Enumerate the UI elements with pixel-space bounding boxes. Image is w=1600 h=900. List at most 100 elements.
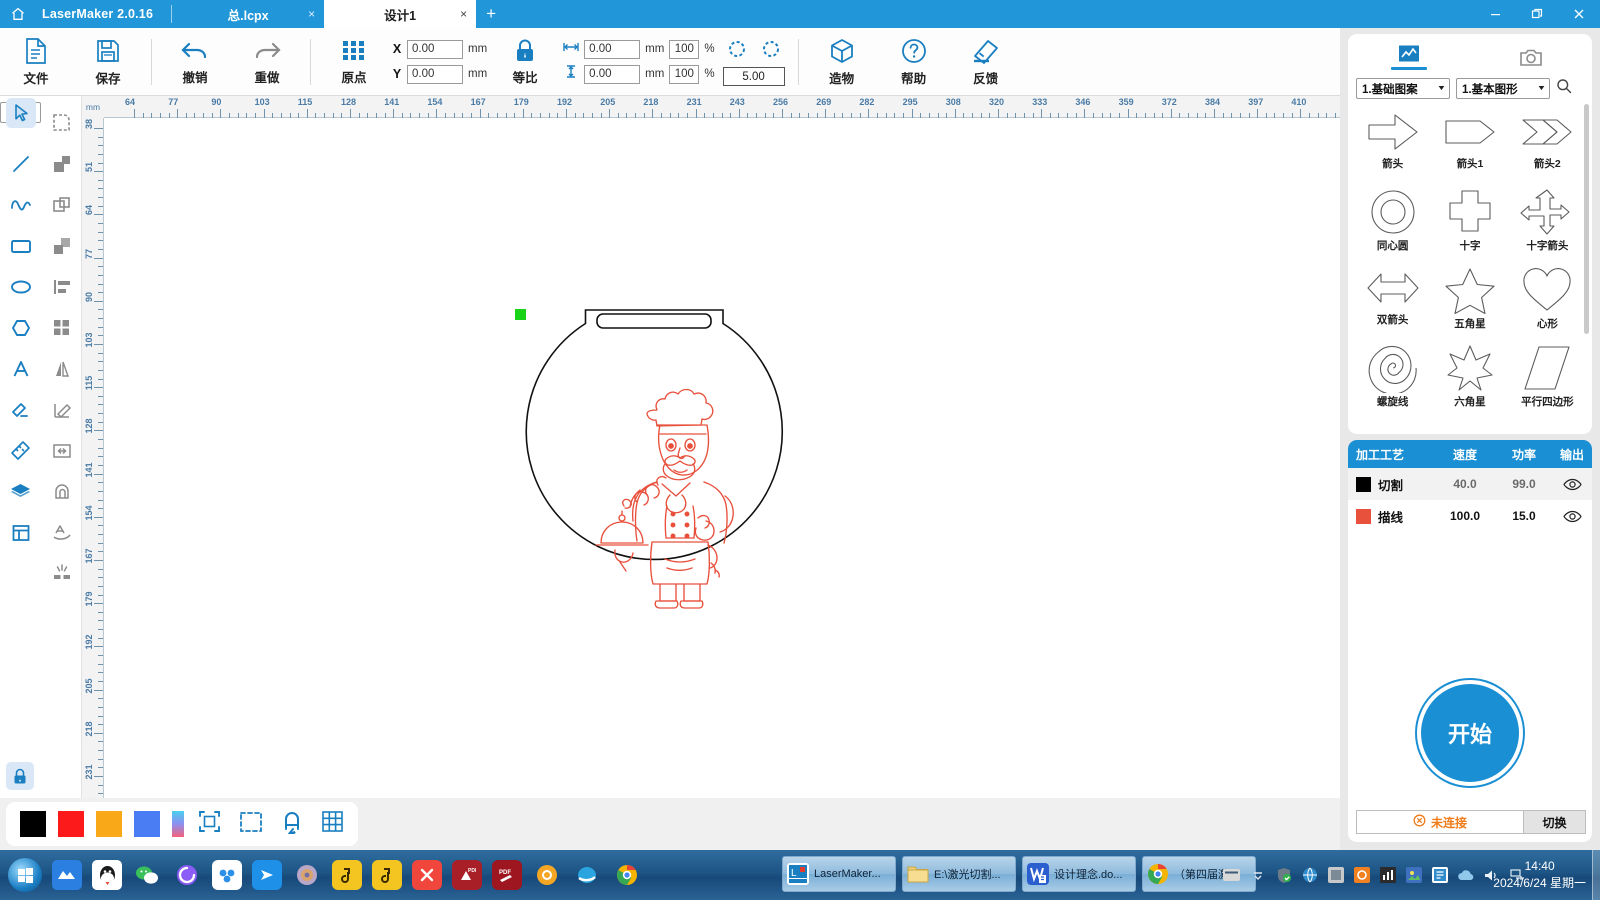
feedback-button[interactable]: 反馈 <box>950 30 1022 94</box>
layer-color-chip[interactable] <box>1356 477 1371 492</box>
table-row[interactable]: 描线 100.0 15.0 <box>1348 500 1592 532</box>
pdf-64-icon[interactable] <box>332 860 362 890</box>
new-tab-button[interactable]: + <box>476 0 506 28</box>
height-percent-input[interactable]: 100 <box>669 65 699 84</box>
color-swatch-orange[interactable] <box>96 811 122 837</box>
shield-icon[interactable] <box>1275 867 1292 884</box>
send-icon[interactable] <box>252 860 282 890</box>
sidebar-item-node-edit-tool[interactable] <box>41 102 82 143</box>
rotate-angle-input[interactable]: 5.00 <box>723 67 785 86</box>
windows-start-icon[interactable] <box>8 858 42 892</box>
sidebar-item-curve-tool[interactable] <box>0 184 41 225</box>
sidebar-item-polygon-tool[interactable] <box>0 307 41 348</box>
make-button[interactable]: 造物 <box>806 30 878 94</box>
output-toggle[interactable] <box>1552 510 1592 523</box>
shape-item-arrow[interactable]: 箭头 <box>1354 109 1431 187</box>
sidebar-item-mirror-tool[interactable] <box>41 348 82 389</box>
origin-button[interactable]: 原点 <box>318 30 390 94</box>
globe-icon[interactable] <box>1301 867 1318 884</box>
design-sheet[interactable] <box>104 118 1340 798</box>
orange-icon[interactable] <box>532 860 562 890</box>
sidebar-item-line-tool[interactable] <box>0 143 41 184</box>
xmind-icon[interactable] <box>412 860 442 890</box>
process-power[interactable]: 99.0 <box>1496 477 1552 491</box>
start-button[interactable]: 开始 <box>1417 680 1523 786</box>
artwork-ornament[interactable] <box>104 118 1340 798</box>
tab-library[interactable] <box>1348 34 1470 74</box>
rotate-ccw-icon[interactable] <box>726 37 748 64</box>
shape-item-spiral[interactable]: 螺旋线 <box>1354 343 1431 421</box>
color-swatch-red[interactable] <box>58 811 84 837</box>
taskbar-window-explorer[interactable]: E:\激光切割... <box>902 856 1016 892</box>
pdf-edit-icon[interactable]: PDF <box>492 860 522 890</box>
layer-color-chip[interactable] <box>1356 509 1371 524</box>
process-power[interactable]: 15.0 <box>1496 509 1552 523</box>
color-swatch-black[interactable] <box>20 811 46 837</box>
output-toggle[interactable] <box>1552 478 1592 491</box>
chart-icon[interactable] <box>1379 867 1396 884</box>
y-position-input[interactable]: 0.00 <box>407 65 463 84</box>
file-button[interactable]: 文件 <box>0 30 72 94</box>
sidebar-item-layers-tool[interactable] <box>0 471 41 512</box>
sidebar-item-measure-angle-tool[interactable] <box>41 389 82 430</box>
shape-item-parallelogram[interactable]: 平行四边形 <box>1509 343 1586 421</box>
qq-icon[interactable] <box>92 860 122 890</box>
shape-item-heart[interactable]: 心形 <box>1509 265 1586 343</box>
close-icon[interactable]: × <box>460 7 467 21</box>
minimize-button[interactable] <box>1474 0 1516 28</box>
sidebar-item-rectangle-tool[interactable] <box>0 225 41 266</box>
shape-grid-scrollbar[interactable] <box>1584 104 1589 334</box>
undo-button[interactable]: 撤销 <box>159 30 231 94</box>
sidebar-item-offset-tool[interactable] <box>41 430 82 471</box>
shape-item-five-point-star[interactable]: 五角星 <box>1431 265 1508 343</box>
taskbar-clock[interactable]: 14:40 2024/6/24 星期一 <box>1493 850 1586 900</box>
chevron-up-icon[interactable] <box>1249 867 1266 884</box>
sidebar-item-select-tool[interactable] <box>0 102 41 123</box>
taskbar-window-wps[interactable]: 设计理念.do... <box>1022 856 1136 892</box>
sidebar-item-intersect-tool[interactable] <box>41 225 82 266</box>
show-desktop-button[interactable] <box>1592 850 1600 900</box>
canvas-area[interactable]: mm 6477901031151281411541671791922052182… <box>82 96 1340 798</box>
shape-item-six-point-star[interactable]: 六角星 <box>1431 343 1508 421</box>
sidebar-item-path-text-tool[interactable] <box>41 512 82 553</box>
sidebar-item-layout-tool[interactable] <box>0 512 41 553</box>
sidebar-item-union-tool[interactable] <box>41 143 82 184</box>
sidebar-item-distribute-tool[interactable] <box>41 307 82 348</box>
ie-icon[interactable] <box>572 860 602 890</box>
save-button[interactable]: 保存 <box>72 30 144 94</box>
sidebar-item-ellipse-tool[interactable] <box>0 266 41 307</box>
tab-design1[interactable]: 设计1 × <box>324 0 476 28</box>
close-icon[interactable]: × <box>308 7 315 21</box>
shape-item-arrow2[interactable]: 箭头2 <box>1509 109 1586 187</box>
close-button[interactable] <box>1558 0 1600 28</box>
table-row[interactable]: 切割 40.0 99.0 <box>1348 468 1592 500</box>
magnet-tool-icon[interactable] <box>281 810 303 839</box>
shape-item-cross[interactable]: 十字 <box>1431 187 1508 265</box>
x-position-input[interactable]: 0.00 <box>407 40 463 59</box>
process-speed[interactable]: 40.0 <box>1434 477 1496 491</box>
scale-lock-button[interactable]: 等比 <box>489 30 561 94</box>
redo-button[interactable]: 重做 <box>231 30 303 94</box>
help-button[interactable]: 帮助 <box>878 30 950 94</box>
shape-item-double-arrow[interactable]: 双箭头 <box>1354 265 1431 343</box>
process-speed[interactable]: 100.0 <box>1434 509 1496 523</box>
cloud-icon[interactable] <box>1457 867 1474 884</box>
taskbar-window-lasermaker[interactable]: L LaserMaker... <box>782 856 896 892</box>
switch-device-button[interactable]: 切换 <box>1524 810 1586 834</box>
orange-icon[interactable] <box>1353 867 1370 884</box>
baidu-netdisk-icon[interactable] <box>212 860 242 890</box>
home-icon[interactable] <box>0 0 36 28</box>
sidebar-item-eraser-tool[interactable] <box>0 389 41 430</box>
sidebar-item-align-tool[interactable] <box>41 266 82 307</box>
sidebar-item-emboss-tool[interactable] <box>41 471 82 512</box>
disc-icon[interactable] <box>292 860 322 890</box>
tab-zong-lcpx[interactable]: 总.lcpx × <box>172 0 324 28</box>
shape-item-concentric-circle[interactable]: 同心圆 <box>1354 187 1431 265</box>
canvas-lock-button[interactable] <box>6 762 34 790</box>
note-icon[interactable] <box>1431 867 1448 884</box>
color-swatch-blue[interactable] <box>134 811 160 837</box>
sidebar-item-subtract-tool[interactable] <box>41 184 82 225</box>
sidebar-item-sparkle-tool[interactable] <box>41 553 82 594</box>
select-all-tool-icon[interactable] <box>239 811 263 838</box>
wechat-icon[interactable] <box>132 860 162 890</box>
